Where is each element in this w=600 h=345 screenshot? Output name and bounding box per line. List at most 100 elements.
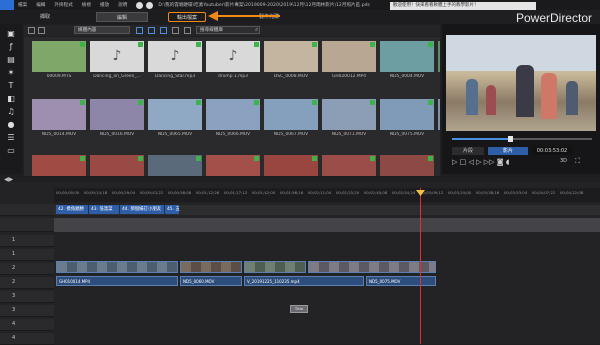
annotation-arrow-icon [208, 11, 280, 21]
filter-video-icon[interactable] [136, 27, 143, 34]
search-library-input[interactable]: 搜尋媒體庫 [196, 26, 260, 34]
timeline-ruler[interactable]: 00;00;00;00 00;00;14;18 00;00;29;04 00;0… [54, 188, 600, 202]
video-clip[interactable] [56, 261, 178, 273]
clip-mode-button[interactable]: 片段 [452, 147, 484, 155]
media-item[interactable] [148, 155, 202, 176]
audio-clip[interactable]: GH010014.MP4 [56, 276, 178, 286]
3d-toggle[interactable]: 3D [560, 158, 567, 164]
audio-mixing-icon[interactable]: ♫ [6, 107, 16, 117]
media-room-icon[interactable]: ▣ [6, 29, 16, 39]
video-clip[interactable] [308, 261, 436, 273]
media-item[interactable] [264, 155, 318, 176]
menu-edit[interactable]: 編輯 [36, 2, 45, 8]
ruler-tick: 00;02;54;24 [392, 190, 416, 195]
previous-frame-icon[interactable]: ◁ [468, 158, 473, 166]
media-item[interactable]: ND5_0071.MOV [322, 99, 376, 137]
media-item[interactable] [438, 41, 440, 74]
media-item[interactable] [322, 155, 376, 176]
media-item[interactable] [438, 99, 440, 132]
preview-video [446, 35, 596, 131]
particle-room-icon[interactable]: ✶ [6, 68, 16, 78]
list-view-icon[interactable] [184, 27, 191, 34]
track-header: 2 [0, 277, 54, 289]
fullscreen-icon[interactable]: ⛶ [575, 157, 580, 166]
transition-room-icon[interactable]: ◧ [6, 94, 16, 104]
playhead[interactable] [420, 188, 421, 344]
media-item[interactable]: ♪ Dancing_on_Green_... [90, 41, 144, 79]
timecode-display[interactable]: 00:03:53:02 [532, 147, 572, 155]
chapter-room-icon[interactable]: ☰ [6, 133, 16, 143]
stop-icon[interactable]: □ [460, 158, 467, 166]
play-icon[interactable]: ▷ [452, 158, 457, 166]
account-icon[interactable] [146, 1, 154, 9]
movie-mode-button[interactable]: 影片 [488, 147, 528, 155]
audio-clip[interactable]: ND5_0075.MOV [366, 276, 436, 286]
settings-icon[interactable] [136, 1, 144, 9]
search-icon[interactable]: ⌕ [255, 26, 258, 34]
menu-playback[interactable]: 播放 [100, 2, 109, 8]
filter-image-icon[interactable] [148, 27, 155, 34]
preview-scrubber[interactable] [452, 136, 592, 142]
tab-produce[interactable]: 輸出檔案 [168, 12, 206, 22]
chapter-marker[interactable]: 44. 那個婦訂小朋友 [120, 205, 164, 214]
ruler-tick: 00;01;27;12 [224, 190, 248, 195]
filter-audio-icon[interactable] [160, 27, 167, 34]
volume-icon[interactable]: ◖ [506, 158, 510, 166]
media-item[interactable]: ND5_0004.MOV [380, 41, 434, 79]
media-item[interactable] [380, 155, 434, 176]
media-item[interactable]: ♪ Dancing_Star.mp3 [148, 41, 202, 79]
tab-edit[interactable]: 編輯 [96, 12, 148, 22]
menu-view[interactable]: 檢視 [82, 2, 91, 8]
video-clip[interactable] [180, 261, 242, 273]
track-header: 1 [0, 249, 54, 261]
chapter-marker[interactable]: 43. 低溫菜 [89, 205, 119, 214]
media-library-grid: 00009.MTS ♪ Dancing_on_Green_... ♪ Dancing… [24, 37, 440, 176]
media-item[interactable] [32, 155, 86, 176]
media-item[interactable] [206, 155, 260, 176]
welcome-tooltip[interactable]: 歡迎使用！快來看看軟體上手的教學影片！ [390, 2, 536, 10]
import-icon[interactable] [28, 27, 35, 34]
chapter-marker[interactable]: 45. 五 [165, 205, 180, 214]
ruler-tick: 00;02;25;20 [336, 190, 360, 195]
voiceover-icon[interactable]: ● [6, 120, 16, 130]
grid-view-icon[interactable] [172, 27, 179, 34]
plugin-icon[interactable] [38, 27, 45, 34]
menu-help[interactable]: 說明 [118, 2, 127, 8]
track-header: 1 [0, 235, 54, 247]
timeline-toggle-icon[interactable]: ◀▶ [4, 176, 13, 183]
ruler-tick: 00;04;07;22 [532, 190, 556, 195]
media-item[interactable]: GH020012.MP4 [322, 41, 376, 79]
subtitle-room-icon[interactable]: ▭ [6, 146, 16, 156]
media-item[interactable]: ND5_0014.MOV [32, 99, 86, 137]
track-header [0, 204, 54, 216]
media-item[interactable]: ND5_0075.MOV [380, 99, 434, 137]
audio-clip[interactable]: V_20191225_110235.mp4 [244, 276, 364, 286]
title-clip[interactable]: Title [290, 305, 308, 313]
media-item[interactable]: 00009.MTS [32, 41, 86, 79]
next-frame-icon[interactable]: ▷ [476, 158, 481, 166]
menu-file[interactable]: 檔案 [18, 2, 27, 8]
media-filter-dropdown[interactable]: 媒體內容 [74, 26, 130, 34]
audio-clip[interactable]: ND5_0060.MOV [180, 276, 242, 286]
chapter-marker[interactable]: 42. 摸角順勝 [56, 205, 88, 214]
fast-forward-icon[interactable]: ▷▷ [484, 158, 495, 166]
tab-capture[interactable]: 擷取 [30, 12, 60, 22]
ruler-tick: 00;01;12;26 [196, 190, 220, 195]
media-item[interactable]: ♪ drump 1.mp3 [206, 41, 260, 79]
media-item[interactable]: ND5_0067.MOV [264, 99, 318, 137]
media-item[interactable]: ND5_0065.MOV [148, 99, 202, 137]
media-item[interactable]: DSC_0008.MOV [264, 41, 318, 79]
track-header: 4 [0, 319, 54, 331]
media-item[interactable] [90, 155, 144, 176]
fx-room-icon[interactable]: ƒ [6, 42, 16, 52]
video-clip[interactable] [244, 261, 306, 273]
ruler-tick: 00;03;38;16 [476, 190, 500, 195]
media-item[interactable]: ND5_0066.MOV [206, 99, 260, 137]
snapshot-icon[interactable]: ◙ [497, 158, 504, 166]
ruler-tick: 00;04;22;08 [560, 190, 584, 195]
media-item[interactable]: ND5_0016.MOV [90, 99, 144, 137]
pip-room-icon[interactable]: ▤ [6, 55, 16, 65]
ruler-tick: 00;00;43;22 [140, 190, 164, 195]
menu-plugins[interactable]: 外掛程式 [54, 2, 72, 8]
title-room-icon[interactable]: T [6, 81, 16, 91]
